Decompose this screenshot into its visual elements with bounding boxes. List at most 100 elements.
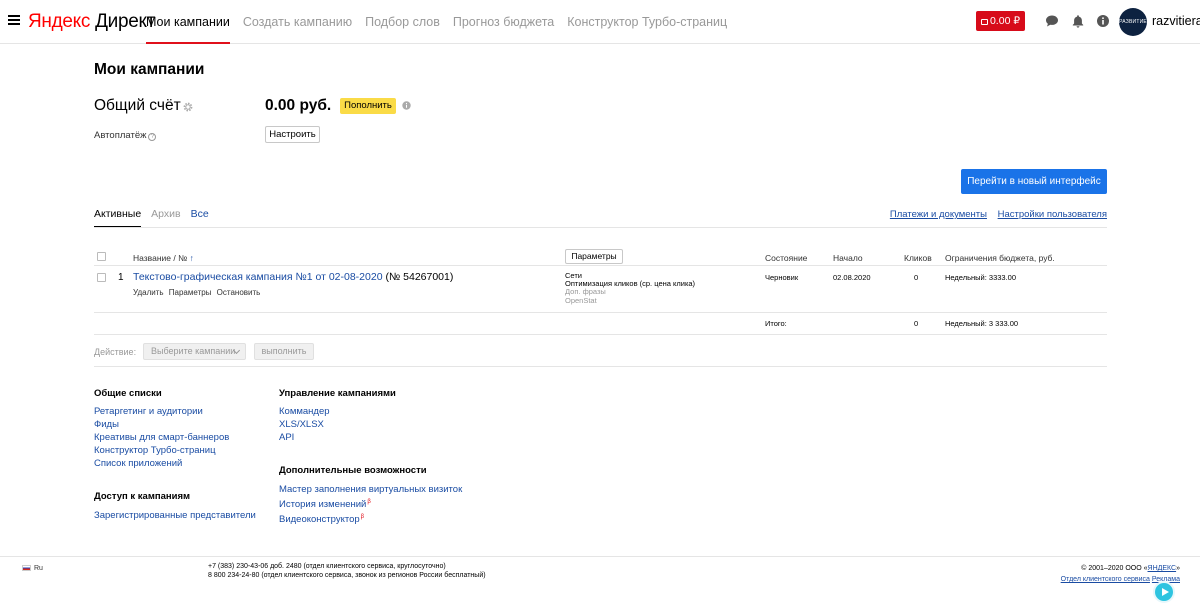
campaign-start: 02.08.2020: [833, 273, 871, 282]
bell-icon[interactable]: [1071, 14, 1085, 28]
campaign-access-list: Зарегистрированные представители: [94, 509, 256, 522]
autopay-label: Автоплатёж?: [94, 130, 157, 141]
account-balance: 0.00 руб.: [265, 97, 332, 114]
list-item[interactable]: API: [279, 431, 330, 444]
wallet-icon: [980, 18, 988, 25]
column-name-label: Название / №: [133, 253, 188, 263]
gear-icon[interactable]: [182, 101, 194, 113]
info-icon[interactable]: [1096, 14, 1110, 28]
play-icon[interactable]: [1153, 581, 1175, 603]
list-item[interactable]: Ретаргетинг и аудитории: [94, 405, 229, 418]
divider: [94, 312, 1107, 313]
yandex-direct-logo[interactable]: Яндекс Директ: [28, 11, 155, 33]
balance-value: 0.00 ₽: [989, 15, 1021, 27]
account-title: Общий счёт: [94, 97, 181, 114]
phone-line: 8 800 234-24-80 (отдел клиентского серви…: [208, 571, 486, 579]
execute-button[interactable]: выполнить: [254, 343, 314, 360]
extra-features-list: Мастер заполнения виртуальных визиток Ис…: [279, 483, 462, 526]
tab-all[interactable]: Все: [191, 208, 209, 228]
list-item-label: История изменений: [279, 499, 367, 510]
list-item[interactable]: Фиды: [94, 418, 229, 431]
yandex-link[interactable]: ЯНДЕКС: [1148, 565, 1177, 572]
table-row: 1 Текстово-графическая кампания №1 от 02…: [94, 270, 1107, 310]
list-item[interactable]: Креативы для смарт-баннеров: [94, 431, 229, 444]
phone-line: +7 (383) 230-43-06 доб. 2480 (отдел клие…: [208, 563, 446, 570]
divider: [0, 556, 1200, 557]
divider: [94, 227, 1107, 228]
row-checkbox[interactable]: [97, 273, 106, 282]
setup-autopay-button[interactable]: Настроить: [265, 126, 320, 143]
avatar[interactable]: РАЗВИТИЕ: [1119, 8, 1147, 36]
list-item[interactable]: Зарегистрированные представители: [94, 509, 256, 522]
list-item-label: Видеоконструктор: [279, 514, 360, 525]
column-start: Начало: [833, 253, 863, 263]
language-switcher[interactable]: Ru: [22, 565, 43, 572]
copyright-suffix: »: [1176, 565, 1180, 572]
column-budget: Ограничения бюджета, руб.: [945, 253, 1055, 263]
campaign-budget: Недельный: 3333.00: [945, 273, 1017, 282]
totals-label: Итого:: [765, 319, 787, 328]
new-interface-button[interactable]: Перейти в новый интерфейс: [961, 169, 1107, 194]
support-phones: +7 (383) 230-43-06 доб. 2480 (отдел клие…: [208, 563, 486, 580]
select-placeholder: Выберите кампании: [151, 346, 236, 356]
params-action[interactable]: Параметры: [169, 288, 212, 297]
balance-button[interactable]: 0.00 ₽: [976, 11, 1025, 31]
column-state: Состояние: [765, 253, 808, 263]
campaign-name[interactable]: Текстово-графическая кампания №1 от 02-0…: [133, 271, 383, 283]
table-header: Название / № ↑ Параметры Состояние Начал…: [94, 249, 1107, 265]
sort-arrow-icon: ↑: [189, 253, 194, 263]
totals-clicks: 0: [914, 319, 919, 328]
top-header: Яндекс Директ Мои кампании Создать кампа…: [0, 0, 1200, 44]
select-all-checkbox[interactable]: [97, 252, 106, 261]
divider: [94, 366, 1107, 367]
strategy-openstat: OpenStat: [565, 295, 597, 305]
campaign-tabs: Активные Архив Все: [94, 208, 219, 228]
username[interactable]: razvitiera: [1152, 14, 1200, 28]
nav-turbo-constructor[interactable]: Конструктор Турбо-страниц: [567, 0, 727, 44]
campaign-access-title: Доступ к кампаниям: [94, 491, 191, 502]
list-item[interactable]: Конструктор Турбо-страниц: [94, 444, 229, 457]
campaign-id: (№ 54267001): [385, 271, 454, 283]
support-link[interactable]: Отдел клиентского сервиса: [1061, 576, 1150, 583]
tab-active[interactable]: Активные: [94, 208, 142, 228]
campaign-name-link[interactable]: Текстово-графическая кампания №1 от 02-0…: [133, 271, 453, 283]
common-lists-title: Общие списки: [94, 388, 162, 399]
info-icon[interactable]: [402, 101, 411, 110]
menu-icon[interactable]: [8, 15, 20, 26]
campaign-state: Черновик: [765, 273, 799, 282]
nav-budget-forecast[interactable]: Прогноз бюджета: [453, 0, 554, 44]
payments-link[interactable]: Платежи и документы: [890, 209, 987, 220]
action-label: Действие:: [94, 347, 137, 357]
campaign-clicks: 0: [914, 273, 919, 282]
help-icon[interactable]: ?: [148, 133, 157, 141]
nav-create-campaign[interactable]: Создать кампанию: [243, 0, 352, 44]
list-item[interactable]: Видеоконструкторβ: [279, 511, 462, 526]
select-campaigns-dropdown[interactable]: Выберите кампании: [143, 343, 246, 360]
copyright-line: © 2001–2020 ООО «ЯНДЕКС»: [1061, 563, 1180, 574]
list-item[interactable]: Мастер заполнения виртуальных визиток: [279, 483, 462, 496]
campaign-actions: Удалить Параметры Остановить: [133, 288, 263, 297]
delete-action[interactable]: Удалить: [133, 288, 164, 297]
nav-keyword-selection[interactable]: Подбор слов: [365, 0, 440, 44]
column-name[interactable]: Название / № ↑: [133, 253, 194, 263]
list-item[interactable]: Список приложений: [94, 457, 229, 470]
column-clicks: Кликов: [904, 253, 932, 263]
list-item[interactable]: XLS/XLSX: [279, 418, 330, 431]
topup-button[interactable]: Пополнить: [340, 98, 396, 114]
russia-flag-icon: [22, 565, 31, 571]
list-item[interactable]: Коммандер: [279, 405, 330, 418]
account-links: Платежи и документы Настройки пользовате…: [882, 209, 1107, 220]
common-lists: Ретаргетинг и аудитории Фиды Креативы дл…: [94, 405, 229, 470]
user-settings-link[interactable]: Настройки пользователя: [998, 209, 1107, 220]
tab-archive[interactable]: Архив: [151, 208, 180, 228]
chat-icon[interactable]: [1045, 14, 1059, 28]
list-item[interactable]: История измененийβ: [279, 496, 462, 511]
language-label: Ru: [34, 565, 43, 572]
beta-badge: β: [367, 499, 371, 505]
divider: [94, 334, 1107, 335]
parameters-button[interactable]: Параметры: [565, 249, 623, 264]
totals-budget: Недельный: 3 333.00: [945, 319, 1019, 328]
row-number: 1: [118, 272, 124, 283]
stop-action[interactable]: Остановить: [217, 288, 261, 297]
nav-my-campaigns[interactable]: Мои кампании: [146, 0, 230, 44]
